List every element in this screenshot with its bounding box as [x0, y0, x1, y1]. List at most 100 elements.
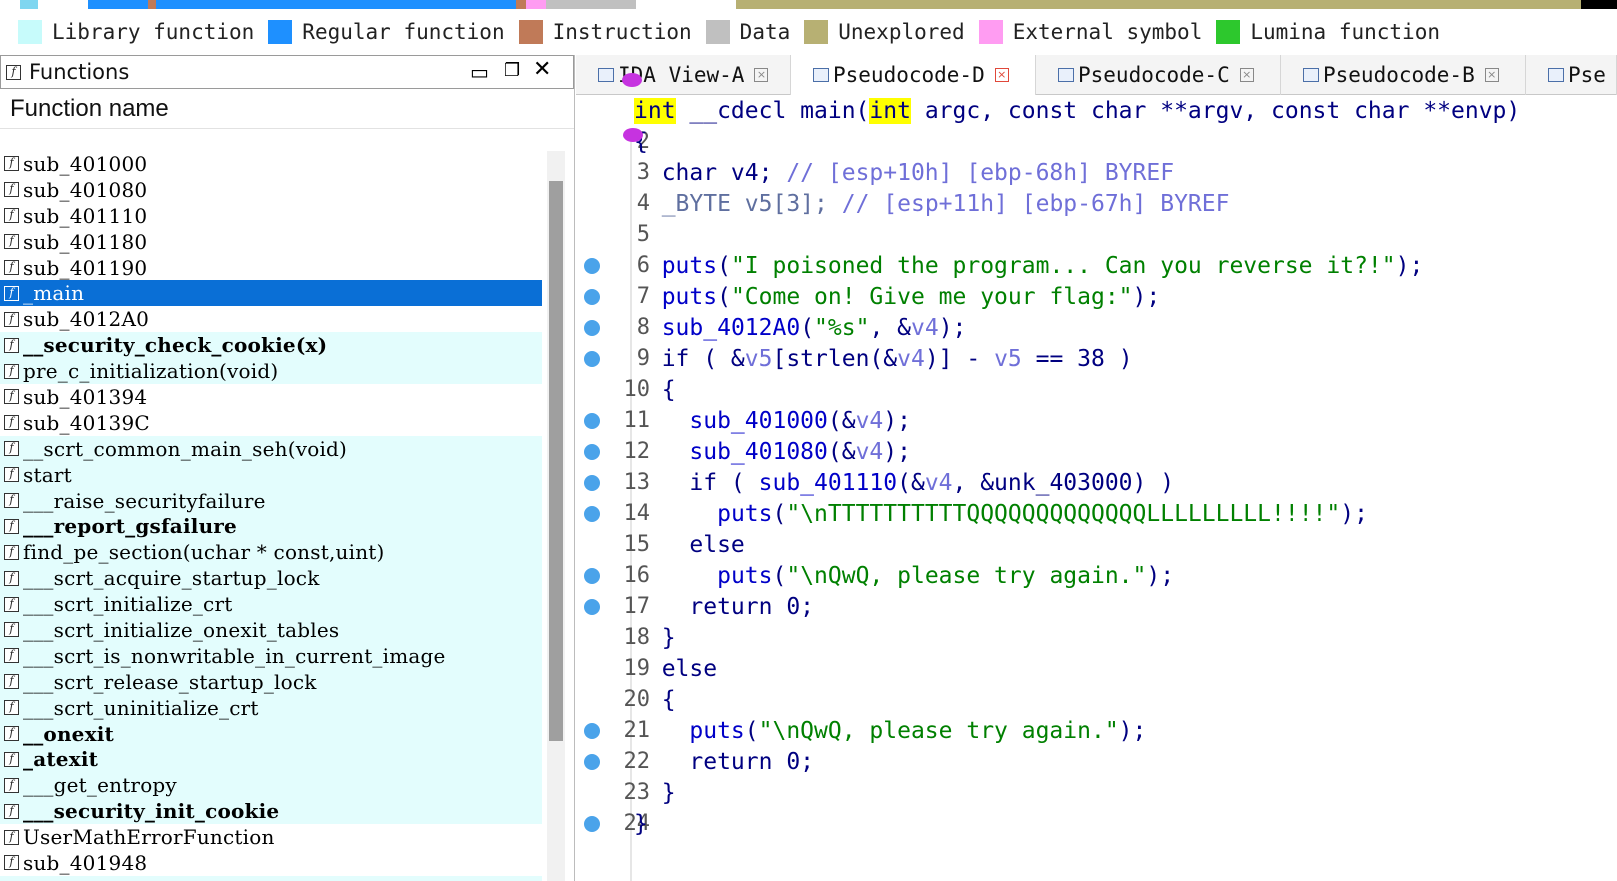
code-line[interactable]: 16 puts("\nQwQ, please try again.");	[576, 560, 1617, 591]
breakpoint-dot-icon[interactable]	[584, 722, 600, 739]
code-line[interactable]: 19 else	[576, 653, 1617, 684]
tab-ida-view-a[interactable]: IDA View-A ×	[576, 55, 791, 95]
function-list-item[interactable]: f _atexit	[0, 746, 542, 773]
code-text[interactable]: int __cdecl main(int argc, const char **…	[634, 97, 1520, 124]
code-text[interactable]: {	[634, 687, 676, 713]
code-text[interactable]: {	[634, 377, 676, 403]
breakpoint-dot-icon[interactable]	[584, 567, 600, 584]
code-text[interactable]: if ( sub_401110(&v4, &unk_403000) )	[634, 470, 1174, 496]
code-text[interactable]: puts("\nQwQ, please try again.");	[634, 718, 1146, 744]
function-list-item[interactable]: f __onexit	[0, 720, 542, 747]
function-list-item[interactable]: f __scrt_common_main_seh(void)	[0, 435, 542, 462]
code-line[interactable]: 8 sub_4012A0("%s", &v4);	[576, 312, 1617, 343]
code-line[interactable]: 11 sub_401000(&v4);	[576, 405, 1617, 436]
navigation-band[interactable]	[0, 0, 1617, 9]
function-list-item[interactable]: f sub_401110	[0, 203, 542, 229]
code-text[interactable]: else	[634, 656, 717, 682]
code-text[interactable]: }	[634, 625, 676, 651]
function-list-item[interactable]: f sub_4012A0	[0, 306, 542, 332]
function-list-item[interactable]: f ___raise_securityfailure	[0, 487, 542, 514]
code-text[interactable]: sub_4012A0("%s", &v4);	[634, 315, 967, 341]
code-line[interactable]: 21 puts("\nQwQ, please try again.");	[576, 715, 1617, 746]
pseudocode-view[interactable]: 1int __cdecl main(int argc, const char *…	[576, 95, 1617, 881]
function-list-item[interactable]: f find_pe_section(uchar * const,uint)	[0, 539, 542, 566]
vertical-scrollbar[interactable]	[547, 151, 565, 881]
code-text[interactable]: puts("Come on! Give me your flag:");	[634, 284, 1161, 310]
tab-pse[interactable]: Pse	[1526, 55, 1617, 95]
function-list-item[interactable]: f ___scrt_release_startup_lock	[0, 668, 542, 695]
breakpoint-dot-icon[interactable]	[584, 350, 600, 367]
breakpoint-dot-icon[interactable]	[584, 319, 600, 336]
breakpoint-dot-icon[interactable]	[584, 257, 600, 274]
code-line[interactable]: 12 sub_401080(&v4);	[576, 436, 1617, 467]
code-line[interactable]: 2{	[576, 126, 1617, 157]
code-text[interactable]: sub_401000(&v4);	[634, 408, 911, 434]
code-line[interactable]: 6 puts("I poisoned the program... Can yo…	[576, 250, 1617, 281]
function-list-item[interactable]: f sub_40139C	[0, 410, 542, 436]
code-line[interactable]: 7 puts("Come on! Give me your flag:");	[576, 281, 1617, 312]
code-text[interactable]: puts("\nTTTTTTTTTTQQQQQQQQQQQQQLLLLLLLLL…	[634, 501, 1368, 527]
code-line[interactable]: 23 }	[576, 777, 1617, 808]
tab-pseudocode-c[interactable]: Pseudocode-C ×	[1036, 55, 1281, 95]
breakpoint-dot-icon[interactable]	[584, 598, 600, 615]
code-line[interactable]: 17 return 0;	[576, 591, 1617, 622]
function-list-item[interactable]: f ___scrt_acquire_startup_lock	[0, 565, 542, 592]
maximize-icon[interactable]: ▭	[470, 60, 489, 84]
code-line[interactable]: 15 else	[576, 529, 1617, 560]
tab-pseudocode-d[interactable]: Pseudocode-D ×	[791, 55, 1036, 95]
function-list-item[interactable]: f sub_401180	[0, 229, 542, 255]
code-line[interactable]: 18 }	[576, 622, 1617, 653]
code-line[interactable]: 13 if ( sub_401110(&v4, &unk_403000) )	[576, 467, 1617, 498]
function-list-item[interactable]: f _main	[0, 280, 542, 307]
function-list-item[interactable]: f sub_401190	[0, 255, 542, 281]
code-line[interactable]: 1int __cdecl main(int argc, const char *…	[576, 95, 1617, 126]
code-text[interactable]: return 0;	[634, 594, 814, 620]
restore-icon[interactable]: ❐	[504, 60, 520, 81]
breakpoint-dot-icon[interactable]	[584, 815, 600, 832]
code-text[interactable]: _BYTE v5[3]; // [esp+11h] [ebp-67h] BYRE…	[634, 191, 1230, 217]
function-list-item[interactable]: f ___security_init_cookie	[0, 798, 542, 825]
code-text[interactable]: sub_401080(&v4);	[634, 439, 911, 465]
function-list-item[interactable]: f ___scrt_initialize_crt	[0, 591, 542, 618]
breakpoint-dot-icon[interactable]	[584, 412, 600, 429]
function-list-item[interactable]: f ___scrt_initialize_onexit_tables	[0, 617, 542, 643]
breakpoint-dot-icon[interactable]	[584, 474, 600, 491]
code-text[interactable]: char v4; // [esp+10h] [ebp-68h] BYREF	[634, 160, 1174, 186]
code-line[interactable]: 3 char v4; // [esp+10h] [ebp-68h] BYREF	[576, 157, 1617, 188]
function-list-item[interactable]: f ___scrt_uninitialize_crt	[0, 694, 542, 721]
function-list-item[interactable]: f __security_check_cookie(x)	[0, 332, 542, 359]
function-list-item[interactable]: f start	[0, 461, 542, 488]
function-list-item[interactable]: f sub_401948	[0, 850, 542, 876]
code-line[interactable]: 5	[576, 219, 1617, 250]
breakpoint-dot-icon[interactable]	[584, 505, 600, 522]
code-line[interactable]: 10 {	[576, 374, 1617, 405]
code-text[interactable]: puts("I poisoned the program... Can you …	[634, 253, 1424, 279]
close-icon[interactable]: ×	[1239, 68, 1254, 82]
code-line[interactable]: 20 {	[576, 684, 1617, 715]
code-line[interactable]: 22 return 0;	[576, 746, 1617, 777]
close-icon[interactable]: ×	[994, 68, 1009, 82]
close-icon[interactable]: ×	[1484, 68, 1499, 82]
code-text[interactable]: if ( &v5[strlen(&v4)] - v5 == 38 )	[634, 346, 1133, 372]
breakpoint-dot-icon[interactable]	[584, 753, 600, 770]
function-list-item[interactable]: f__get_startup_file_mode	[0, 875, 542, 881]
column-header-function-name[interactable]: Function name	[0, 89, 574, 129]
function-list-item[interactable]: f UserMathErrorFunction	[0, 824, 542, 850]
function-list-item[interactable]: f ___scrt_is_nonwritable_in_current_image	[0, 642, 542, 669]
function-list-item[interactable]: f sub_401000	[0, 151, 542, 177]
close-icon[interactable]: ✕	[533, 57, 551, 82]
code-line[interactable]: 14 puts("\nTTTTTTTTTTQQQQQQQQQQQQQLLLLLL…	[576, 498, 1617, 529]
function-list-item[interactable]: f pre_c_initialization(void)	[0, 358, 542, 385]
breakpoint-dot-icon[interactable]	[584, 288, 600, 305]
code-text[interactable]: }	[634, 811, 648, 837]
function-list-item[interactable]: f ___report_gsfailure	[0, 513, 542, 540]
code-text[interactable]: return 0;	[634, 749, 814, 775]
code-text[interactable]: }	[634, 780, 676, 806]
code-line[interactable]: 4 _BYTE v5[3]; // [esp+11h] [ebp-67h] BY…	[576, 188, 1617, 219]
function-list-item[interactable]: f sub_401394	[0, 384, 542, 410]
tab-pseudocode-b[interactable]: Pseudocode-B ×	[1281, 55, 1526, 95]
function-list-item[interactable]: f sub_401080	[0, 177, 542, 203]
breakpoint-dot-icon[interactable]	[584, 443, 600, 460]
scrollbar-thumb[interactable]	[549, 181, 563, 741]
code-text[interactable]: else	[634, 532, 744, 558]
